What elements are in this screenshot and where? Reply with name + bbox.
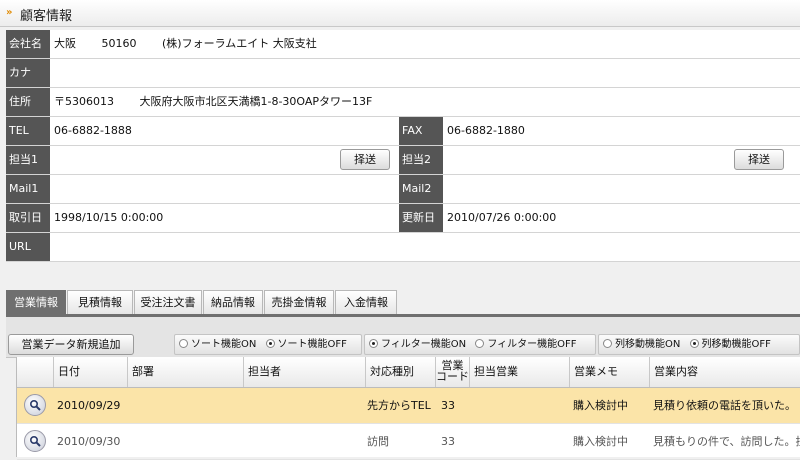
tab-delivery[interactable]: 納品情報 bbox=[203, 290, 263, 314]
tanto2-select-button[interactable]: 择送 bbox=[734, 149, 784, 170]
table-row[interactable]: 2010/09/30 訪問 33 購入検討中 見積もりの件で、訪問した。担 bbox=[17, 424, 800, 460]
cell-person bbox=[247, 424, 363, 459]
panel-header: » 顧客情報 bbox=[0, 0, 800, 27]
fax-value: 06-6882-1880 bbox=[447, 124, 525, 137]
header-content[interactable]: 営業内容 bbox=[649, 357, 800, 387]
fax-label: FAX bbox=[399, 117, 443, 145]
double-chevron-icon: » bbox=[6, 7, 13, 18]
company-row: 会社名 大阪 50160 (株)フォーラムエイト 大阪支社 bbox=[6, 30, 800, 59]
url-row: URL bbox=[6, 233, 800, 262]
magnifier-icon[interactable] bbox=[24, 394, 46, 416]
company-area: 大阪 bbox=[54, 37, 76, 50]
table-row[interactable]: 2010/09/29 先方からTEL 33 購入検討中 見積り依頼の電話を頂いた… bbox=[17, 388, 800, 424]
kana-row: カナ bbox=[6, 59, 800, 88]
company-label: 会社名 bbox=[6, 30, 50, 58]
cell-date: 2010/09/30 bbox=[57, 435, 121, 448]
cell-memo: 購入検討中 bbox=[573, 435, 628, 448]
filter-on-option[interactable]: フィルター機能ON bbox=[369, 339, 466, 350]
cell-content: 見積り依頼の電話を頂いた。 bbox=[653, 399, 796, 412]
postal-code: 〒5306013 bbox=[54, 95, 114, 108]
customer-info-table: 会社名 大阪 50160 (株)フォーラムエイト 大阪支社 カナ 住所 〒530… bbox=[6, 30, 800, 262]
sort-on-option[interactable]: ソート機能ON bbox=[179, 339, 256, 350]
tanto-row: 担当1 择送 担当2 择送 bbox=[6, 146, 800, 175]
mail1-label: Mail1 bbox=[6, 175, 50, 203]
sales-grid: 日付 部署 担当者 対応種別 営業 コード 担当営業 営業メモ 営業内容 201… bbox=[16, 357, 800, 460]
tab-estimate[interactable]: 見積情報 bbox=[67, 290, 133, 314]
add-sales-data-button[interactable]: 営業データ新規追加 bbox=[8, 334, 134, 355]
cell-department bbox=[131, 424, 241, 459]
sort-option-group: ソート機能ON ソート機能OFF bbox=[174, 334, 362, 355]
header-department[interactable]: 部署 bbox=[127, 357, 243, 387]
cell-code: 33 bbox=[441, 399, 455, 412]
header-memo[interactable]: 営業メモ bbox=[569, 357, 649, 387]
magnifier-icon[interactable] bbox=[24, 430, 46, 452]
header-sales-code[interactable]: 営業 コード bbox=[435, 357, 469, 387]
address-value: 〒5306013 大阪府大阪市北区天満橋1-8-30OAPタワー13F bbox=[54, 88, 394, 116]
header-person[interactable]: 担当者 bbox=[243, 357, 365, 387]
updated-date-value: 2010/07/26 0:00:00 bbox=[447, 211, 557, 224]
radio-icon bbox=[603, 339, 612, 348]
street-address: 大阪府大阪市北区天満橋1-8-30OAPタワー13F bbox=[139, 95, 373, 108]
header-type[interactable]: 対応種別 bbox=[365, 357, 435, 387]
cell-date: 2010/09/29 bbox=[57, 399, 121, 412]
page-title: 顧客情報 bbox=[20, 9, 73, 24]
radio-selected-icon bbox=[689, 339, 699, 348]
company-value: 大阪 50160 (株)フォーラムエイト 大阪支社 bbox=[54, 30, 339, 58]
cell-sales-rep bbox=[473, 424, 567, 459]
cell-type: 先方からTEL bbox=[367, 399, 431, 412]
radio-selected-icon bbox=[369, 339, 378, 348]
mail-row: Mail1 Mail2 bbox=[6, 175, 800, 204]
tab-receivable[interactable]: 売掛金情報 bbox=[264, 290, 334, 314]
radio-icon bbox=[475, 339, 485, 348]
cell-type: 訪問 bbox=[367, 435, 389, 448]
header-date[interactable]: 日付 bbox=[53, 357, 127, 387]
tel-label: TEL bbox=[6, 117, 50, 145]
sort-off-option[interactable]: ソート機能OFF bbox=[265, 339, 347, 350]
url-label: URL bbox=[6, 233, 50, 261]
column-move-option-group: 列移動機能ON 列移動機能OFF bbox=[598, 334, 800, 355]
column-move-on-option[interactable]: 列移動機能ON bbox=[603, 339, 680, 350]
tab-order[interactable]: 受注注文書 bbox=[134, 290, 202, 314]
address-label: 住所 bbox=[6, 88, 50, 116]
address-row: 住所 〒5306013 大阪府大阪市北区天満橋1-8-30OAPタワー13F bbox=[6, 88, 800, 117]
tel-value: 06-6882-1888 bbox=[54, 124, 132, 137]
company-code: 50160 bbox=[101, 37, 137, 50]
tanto2-label: 担当2 bbox=[399, 146, 443, 174]
cell-content: 見積もりの件で、訪問した。担 bbox=[653, 435, 800, 448]
mail2-label: Mail2 bbox=[399, 175, 443, 203]
grid-header: 日付 部署 担当者 対応種別 営業 コード 担当営業 営業メモ 営業内容 bbox=[17, 357, 800, 388]
filter-option-group: フィルター機能ON フィルター機能OFF bbox=[364, 334, 596, 355]
radio-selected-icon bbox=[265, 339, 275, 348]
header-icon-col bbox=[17, 357, 53, 387]
column-move-off-option[interactable]: 列移動機能OFF bbox=[689, 339, 771, 350]
start-date-value: 1998/10/15 0:00:00 bbox=[54, 211, 164, 224]
cell-memo: 購入検討中 bbox=[573, 399, 628, 412]
dates-row: 取引日 1998/10/15 0:00:00 更新日 2010/07/26 0:… bbox=[6, 204, 800, 233]
tanto1-select-button[interactable]: 择送 bbox=[340, 149, 390, 170]
updated-date-label: 更新日 bbox=[399, 204, 443, 232]
kana-label: カナ bbox=[6, 59, 50, 87]
tab-sales[interactable]: 営業情報 bbox=[6, 290, 66, 314]
cell-department bbox=[131, 388, 241, 423]
cell-person bbox=[247, 388, 363, 423]
grid-toolbar: 営業データ新規追加 ソート機能ON ソート機能OFF フィルター機能ON フィル… bbox=[6, 317, 800, 358]
start-date-label: 取引日 bbox=[6, 204, 50, 232]
tanto1-label: 担当1 bbox=[6, 146, 50, 174]
radio-icon bbox=[179, 339, 188, 348]
company-name: (株)フォーラムエイト 大阪支社 bbox=[162, 37, 317, 50]
filter-off-option[interactable]: フィルター機能OFF bbox=[475, 339, 577, 350]
cell-code: 33 bbox=[441, 435, 455, 448]
tel-fax-row: TEL 06-6882-1888 FAX 06-6882-1880 bbox=[6, 117, 800, 146]
tab-payment[interactable]: 入金情報 bbox=[335, 290, 397, 314]
header-sales-rep[interactable]: 担当営業 bbox=[469, 357, 569, 387]
cell-sales-rep bbox=[473, 388, 567, 423]
